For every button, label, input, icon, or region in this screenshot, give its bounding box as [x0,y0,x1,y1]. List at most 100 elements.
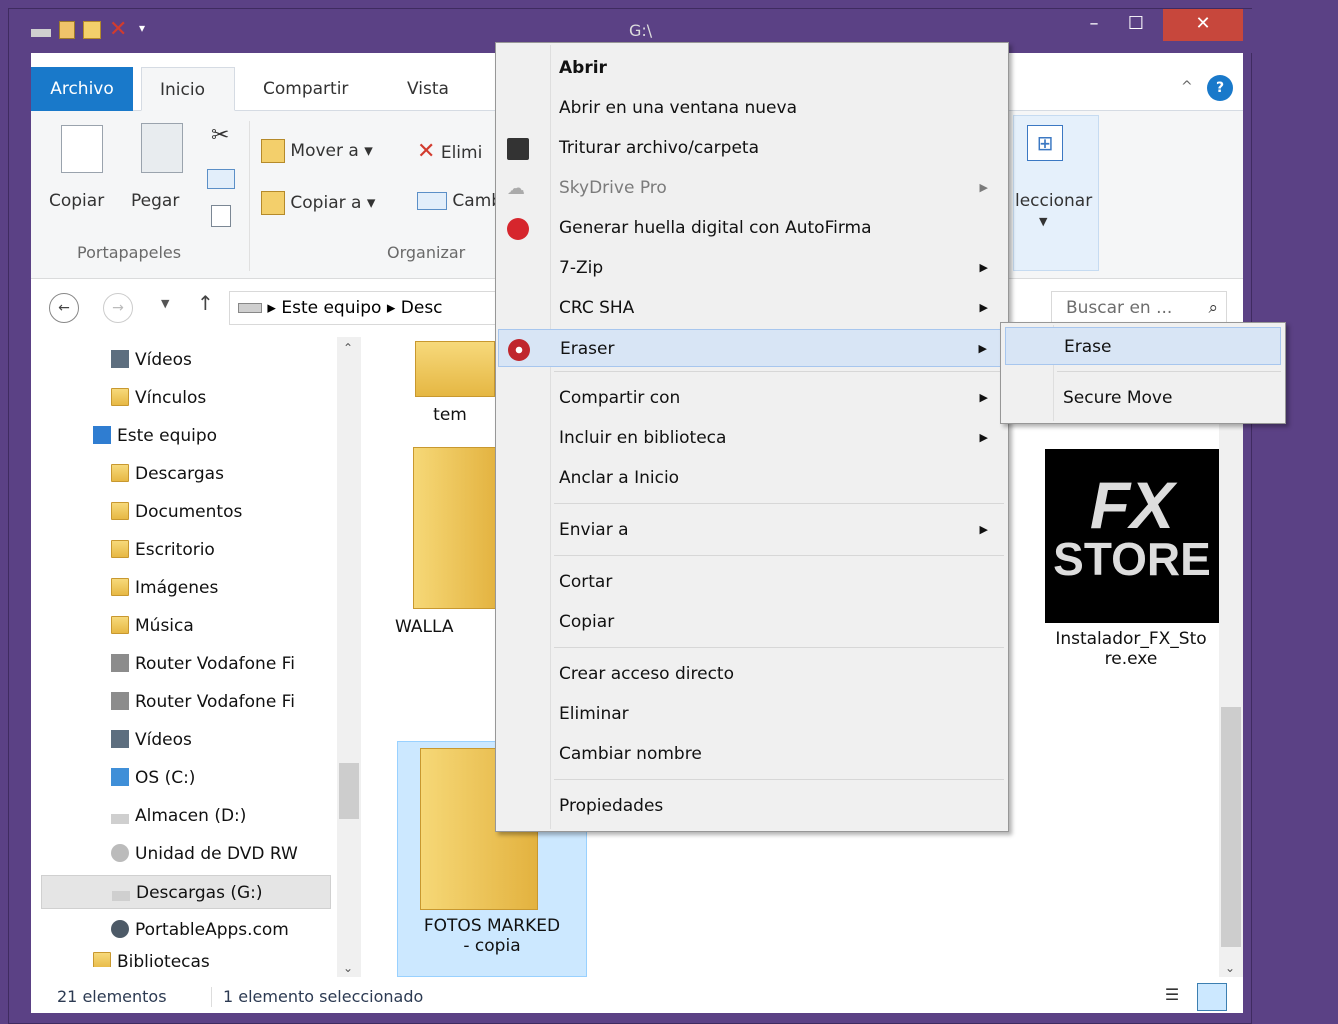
nav-scrollbar[interactable]: ⌃ ⌄ [337,337,361,977]
nav-item-libraries[interactable]: Bibliotecas [93,945,210,967]
videos-icon [111,730,129,748]
nav-item-music[interactable]: Música [111,609,194,643]
nav-item-links[interactable]: Vínculos [111,381,206,415]
shredder-icon [507,138,529,160]
folder-item-walla[interactable]: WALLA [395,447,505,637]
forward-button[interactable]: → [103,293,133,323]
menu-item-include-library[interactable]: Incluir en biblioteca ▶ [498,419,1006,457]
menu-item-properties[interactable]: Propiedades [498,787,1006,825]
file-item-instalador-fx[interactable]: FX STORE Instalador_FX_Sto re.exe [1041,449,1221,669]
breadcrumb-next[interactable]: Desc [401,298,443,318]
details-view-icon[interactable]: ☰ [1157,985,1187,1009]
paste-button[interactable]: Pegar [131,191,179,211]
address-box[interactable]: ▸ Este equipo ▸ Desc [229,291,529,325]
menu-item-open[interactable]: Abrir [498,49,1006,87]
paste-shortcut-icon[interactable] [211,205,231,227]
nav-item-this-pc[interactable]: Este equipo [93,419,217,453]
nav-item-portableapps[interactable]: PortableApps.com [111,913,289,947]
nav-item-videos-2[interactable]: Vídeos [111,723,192,757]
submenu-item-erase[interactable]: Erase [1005,327,1281,365]
nav-item-os-c[interactable]: OS (C:) [111,761,195,795]
drive-icon [238,303,262,313]
menu-item-delete[interactable]: Eliminar [498,695,1006,733]
quick-access-toolbar: ✕ ▾ [31,19,151,41]
copy-to-button[interactable]: Copiar a ▾ [261,191,375,215]
new-folder-icon[interactable] [83,21,101,39]
help-icon[interactable]: ? [1207,75,1233,101]
scroll-down-icon[interactable]: ⌄ [343,961,353,975]
nav-scroll-thumb[interactable] [339,763,359,819]
move-to-button[interactable]: Mover a ▾ [261,139,373,163]
tab-compartir[interactable]: Compartir [245,67,366,111]
copy-button[interactable]: Copiar [49,191,104,211]
menu-item-cut[interactable]: Cortar [498,563,1006,601]
context-menu: Abrir Abrir en una ventana nueva Tritura… [495,42,1009,832]
copy-icon [61,125,103,173]
large-icons-view-icon[interactable] [1197,983,1227,1011]
tab-inicio[interactable]: Inicio [141,67,235,111]
nav-item-descargas-g[interactable]: Descargas (G:) [41,875,331,909]
menu-item-share-with[interactable]: Compartir con ▶ [498,379,1006,417]
window-title: G:\ [629,21,653,40]
nav-item-dvd[interactable]: Unidad de DVD RW [111,837,298,871]
select-all-icon[interactable]: ⊞ [1027,125,1063,161]
back-button[interactable]: ← [49,293,79,323]
customize-qat-icon[interactable]: ▾ [139,21,151,39]
rename-button[interactable]: Camb [417,191,502,211]
submenu-arrow-icon: ▶ [979,301,988,314]
file-name: FOTOS MARKED [423,916,561,936]
copy-path-icon[interactable] [207,169,235,189]
tab-vista[interactable]: Vista [389,67,467,111]
eraser-icon [508,339,530,361]
properties-icon[interactable] [59,21,75,39]
recent-locations-icon[interactable]: ▼ [161,297,169,310]
nav-item-router-1[interactable]: Router Vodafone Fi [111,647,295,681]
nav-item-downloads[interactable]: Descargas [111,457,224,491]
breadcrumb-this-pc[interactable]: Este equipo [281,298,381,318]
organize-group-label: Organizar [387,243,466,262]
search-box[interactable]: Buscar en ... ⌕ [1051,291,1227,325]
nav-item-router-2[interactable]: Router Vodafone Fi [111,685,295,719]
files-scroll-thumb[interactable] [1221,707,1241,947]
eraser-submenu: Erase Secure Move [1000,322,1286,424]
fx-store-icon: FX STORE [1045,449,1219,623]
pictures-folder-icon [111,578,129,596]
menu-item-rename[interactable]: Cambiar nombre [498,735,1006,773]
menu-item-eraser[interactable]: Eraser ▶ [498,329,1006,367]
folder-item-tem[interactable]: tem [405,337,495,425]
minimize-button[interactable]: – [1079,9,1109,41]
menu-item-copy[interactable]: Copiar [498,603,1006,641]
nav-item-pictures[interactable]: Imágenes [111,571,218,605]
drive-icon[interactable] [31,29,51,37]
file-name-line-2: - copia [463,936,521,956]
nav-item-almacen-d[interactable]: Almacen (D:) [111,799,246,833]
files-scrollbar[interactable]: ⌄ [1219,337,1243,977]
menu-item-crc-sha[interactable]: CRC SHA ▶ [498,289,1006,327]
nav-item-documents[interactable]: Documentos [111,495,242,529]
menu-item-skydrive-pro[interactable]: ☁ SkyDrive Pro ▶ [498,169,1006,207]
submenu-item-secure-move[interactable]: Secure Move [1005,379,1281,417]
maximize-button[interactable]: ☐ [1121,9,1151,41]
close-button[interactable]: ✕ [1163,9,1243,41]
menu-item-autofirma[interactable]: Generar huella digital con AutoFirma [498,209,1006,247]
menu-item-create-shortcut[interactable]: Crear acceso directo [498,655,1006,693]
scroll-down-icon[interactable]: ⌄ [1225,961,1235,975]
collapse-ribbon-icon[interactable]: ^ [1181,79,1193,95]
nav-item-videos[interactable]: Vídeos [111,343,192,377]
select-button[interactable]: leccionar [1015,191,1092,211]
menu-item-shred[interactable]: Triturar archivo/carpeta [498,129,1006,167]
scroll-up-icon[interactable]: ⌃ [343,341,353,355]
delete-button[interactable]: ✕ Elimi [417,139,482,164]
tab-archivo[interactable]: Archivo [31,67,133,111]
menu-item-pin-start[interactable]: Anclar a Inicio [498,459,1006,497]
cut-icon[interactable]: ✂ [211,123,229,148]
menu-item-open-new-window[interactable]: Abrir en una ventana nueva [498,89,1006,127]
menu-item-7zip[interactable]: 7-Zip ▶ [498,249,1006,287]
portableapps-icon [111,920,129,938]
up-button[interactable]: ↑ [197,291,214,315]
delete-icon[interactable]: ✕ [109,19,131,41]
submenu-arrow-icon: ▶ [978,342,987,355]
select-dropdown-icon[interactable]: ▼ [1039,215,1047,228]
nav-item-desktop[interactable]: Escritorio [111,533,215,567]
menu-item-send-to[interactable]: Enviar a ▶ [498,511,1006,549]
